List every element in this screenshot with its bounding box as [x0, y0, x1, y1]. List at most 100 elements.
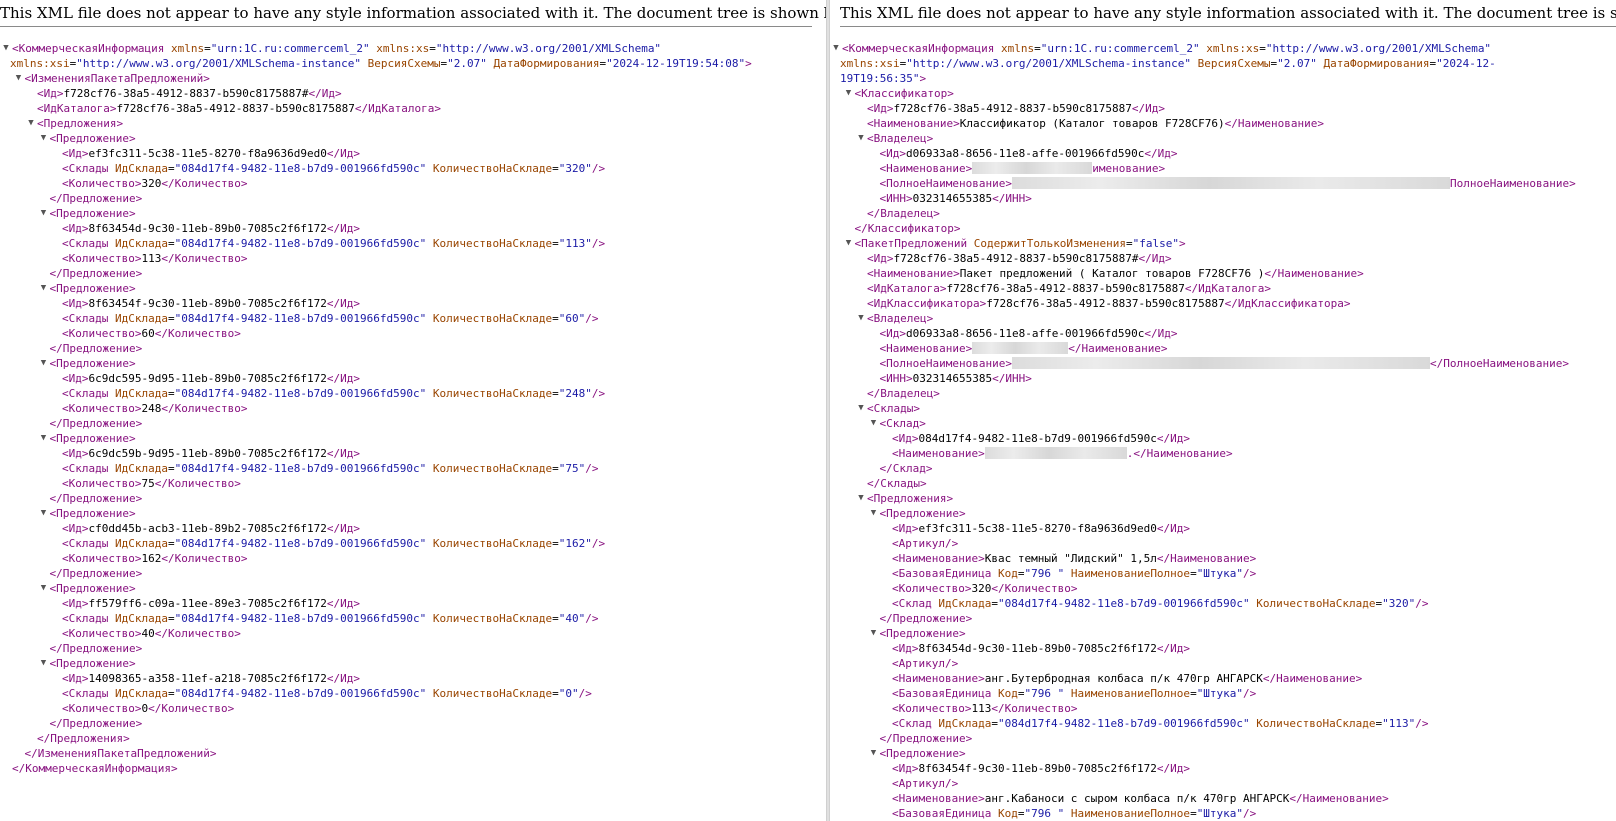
collapse-toggle-icon[interactable]: ▼: [869, 506, 879, 521]
xml-line: </Предложение>: [0, 641, 826, 656]
xml-token: "796 ": [1024, 567, 1065, 580]
xml-token: =: [1126, 237, 1133, 250]
xml-token: />: [591, 237, 606, 250]
xml-line: ▼ <Предложение>: [0, 581, 826, 596]
xml-token: <ПолноеНаименование>: [879, 177, 1012, 190]
xml-token: =: [991, 597, 998, 610]
xml-line: ▼ <Предложение>: [0, 356, 826, 371]
xml-token: =: [552, 312, 559, 325]
xml-token: 8f63454f-9c30-11eb-89b0-7085c2f6f172: [88, 297, 327, 310]
xml-token: =: [429, 42, 436, 55]
collapse-toggle-icon[interactable]: ▼: [39, 206, 49, 221]
collapse-toggle-icon[interactable]: ▼: [856, 131, 866, 146]
xml-line: </Классификатор>: [830, 221, 1616, 236]
xml-token: <Количество>: [892, 702, 972, 715]
xml-token: f728cf76-38a5-4912-8837-b590c8175887: [986, 297, 1225, 310]
collapse-toggle-icon[interactable]: ▼: [39, 431, 49, 446]
xml-line: xmlns:xsi="http://www.w3.org/2001/XMLSch…: [830, 56, 1616, 71]
xml-token: КоличествоНаСкладе: [1256, 597, 1376, 610]
collapse-toggle-icon[interactable]: ▼: [14, 71, 24, 86]
xml-token: <Количество>: [62, 252, 142, 265]
xml-token: </Ид>: [326, 372, 361, 385]
xml-token: КоличествоНаСкладе: [432, 237, 553, 250]
xml-line: <ИдКаталога>f728cf76-38a5-4912-8837-b590…: [830, 281, 1616, 296]
collapse-toggle-icon[interactable]: ▼: [39, 131, 49, 146]
xml-token: Код: [997, 807, 1018, 820]
collapse-toggle-icon[interactable]: ▼: [869, 416, 879, 431]
xml-token: ДатаФормирования: [1323, 57, 1430, 70]
xml-token: <ПолноеНаименование>: [879, 357, 1012, 370]
xml-token: 320: [971, 582, 992, 595]
redacted-text: [1011, 357, 1430, 369]
collapse-toggle-icon[interactable]: ▼: [39, 581, 49, 596]
collapse-toggle-icon[interactable]: ▼: [26, 116, 36, 131]
xml-line: <Количество>75</Количество>: [0, 476, 826, 491]
xml-token: <ИдКлассификатора>: [867, 297, 987, 310]
left-xml-viewer[interactable]: This XML file does not appear to have an…: [0, 0, 826, 821]
xml-line: <БазоваяЕдиница Код = "796 " НаименованиеП…: [830, 566, 1616, 581]
collapse-toggle-icon[interactable]: ▼: [844, 236, 854, 251]
collapse-toggle-icon[interactable]: ▼: [39, 656, 49, 671]
xml-token: "2024-12-: [1436, 57, 1496, 70]
xml-token: [1064, 567, 1071, 580]
xml-line: <Артикул/>: [830, 656, 1616, 671]
xml-line: <Ид>d06933a8-8656-11e8-affe-001966fd590c…: [830, 146, 1616, 161]
collapse-toggle-icon[interactable]: ▼: [39, 506, 49, 521]
xml-token: xmlns:xsi: [10, 57, 70, 70]
xml-token: =: [167, 612, 175, 625]
xml-token: ВерсияСхемы: [367, 57, 441, 70]
right-xml-viewer[interactable]: This XML file does not appear to have an…: [830, 0, 1616, 821]
xml-token: "75": [558, 462, 586, 475]
xml-token: [1064, 807, 1071, 820]
xml-line: </Предложение>: [0, 341, 826, 356]
xml-line: <Количество>113</Количество>: [830, 701, 1616, 716]
collapse-toggle-icon[interactable]: ▼: [856, 401, 866, 416]
collapse-toggle-icon[interactable]: ▼: [831, 41, 841, 56]
xml-line: <Ид>d06933a8-8656-11e8-affe-001966fd590c…: [830, 326, 1616, 341]
xml-token: </Наименование>: [1156, 552, 1257, 565]
xml-token: />: [585, 612, 599, 625]
xml-token: <Наименование>: [892, 672, 985, 685]
xml-token: [1191, 57, 1198, 70]
xml-token: =: [204, 42, 211, 55]
xml-token: именование>: [1092, 162, 1166, 175]
xml-token: Код: [997, 567, 1018, 580]
collapse-toggle-icon[interactable]: ▼: [856, 311, 866, 326]
xml-token: <Владелец>: [867, 132, 934, 145]
document-tree: ▼ <КоммерческаяИнформация xmlns="urn:1C.r…: [0, 41, 826, 776]
xml-token: </Количество>: [154, 477, 241, 490]
xml-line: <Склады ИдСклада="084d17f4-9482-11e8-b7d…: [0, 536, 826, 551]
xml-line: </Предложение>: [830, 611, 1616, 626]
xml-token: [426, 387, 433, 400]
no-style-notice: This XML file does not appear to have an…: [0, 0, 826, 27]
xml-token: =: [167, 687, 175, 700]
xml-line: ▼ <Предложение>: [0, 431, 826, 446]
xml-token: ИдСклада: [114, 312, 168, 325]
collapse-toggle-icon[interactable]: ▼: [844, 86, 854, 101]
xml-line: </Предложение>: [0, 191, 826, 206]
xml-token: <ПакетПредложений: [854, 237, 974, 250]
collapse-toggle-icon[interactable]: ▼: [39, 281, 49, 296]
xml-token: "urn:1C.ru:commerceml_2": [1040, 42, 1200, 55]
collapse-toggle-icon[interactable]: ▼: [856, 491, 866, 506]
xml-token: 75: [141, 477, 155, 490]
xml-token: 162: [141, 552, 162, 565]
xml-token: <Наименование>: [892, 552, 985, 565]
xml-token: КоличествоНаСкладе: [432, 462, 553, 475]
xml-token: <Наименование>: [867, 117, 960, 130]
xml-line: <Наименование> </Наименование>: [830, 341, 1616, 356]
xml-token: 8f63454f-9c30-11eb-89b0-7085c2f6f172: [918, 762, 1157, 775]
collapse-toggle-icon[interactable]: ▼: [1, 41, 11, 56]
xml-token: <Ид>: [62, 147, 89, 160]
xml-token: <БазоваяЕдиница: [892, 807, 998, 820]
xml-line: <Наименование> именование>: [830, 161, 1616, 176]
xml-token: <Ид>: [62, 672, 89, 685]
collapse-toggle-icon[interactable]: ▼: [39, 356, 49, 371]
collapse-toggle-icon[interactable]: ▼: [869, 626, 879, 641]
xml-line: <Ид>6c9dc595-9d95-11eb-89b0-7085c2f6f172…: [0, 371, 826, 386]
xml-token: f728cf76-38a5-4912-8837-b590c8175887#: [63, 87, 309, 100]
xml-token: =: [1034, 42, 1041, 55]
collapse-toggle-icon[interactable]: ▼: [869, 746, 879, 761]
xml-token: "084d17f4-9482-11e8-b7d9-001966fd590c": [174, 612, 427, 625]
redacted-text: [984, 447, 1127, 459]
